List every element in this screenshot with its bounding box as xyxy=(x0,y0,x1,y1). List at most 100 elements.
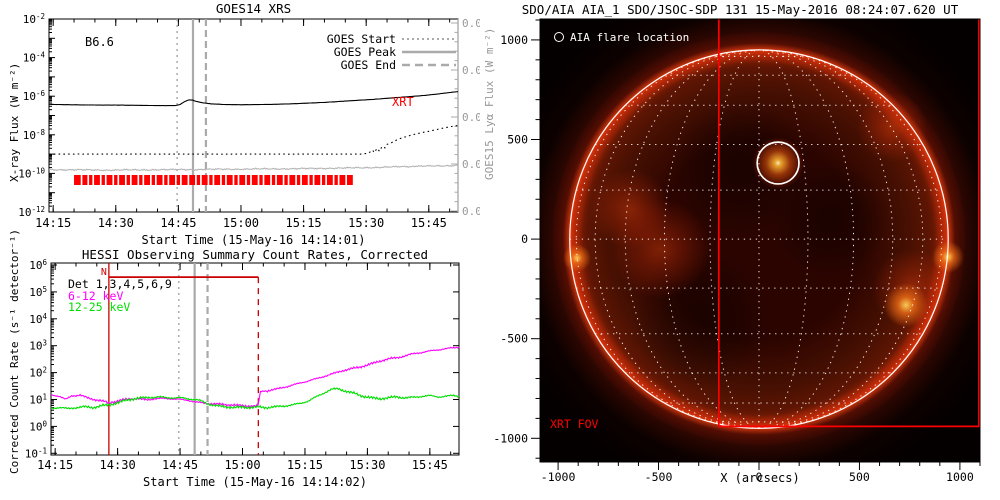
x-tick-label: 14:30 xyxy=(98,216,134,230)
right-tick-label: 0.010 xyxy=(462,17,480,30)
xrt-exposure-bar xyxy=(139,175,143,185)
x-tick-label: 15:00 xyxy=(223,216,259,230)
xrt-exposure-bar xyxy=(214,175,221,185)
xrt-exposure-bar xyxy=(164,175,168,185)
xrt-exposure-bar xyxy=(106,175,113,185)
xrt-exposure-bar xyxy=(259,175,263,185)
xrt-exposure-bar xyxy=(289,175,296,185)
log-tick-label: 10-2 xyxy=(23,12,45,26)
xrt-exposure-bar xyxy=(264,175,271,185)
sun-y-tick-label: 0 xyxy=(521,232,528,246)
x-tick-label: 14:30 xyxy=(100,458,136,472)
log-tick-label: 10-10 xyxy=(18,166,45,180)
legend-label: GOES Peak xyxy=(334,45,396,59)
xrt-exposure-bar xyxy=(151,175,156,185)
log-tick-label: 103 xyxy=(29,339,47,353)
sun-y-tick-label: -1000 xyxy=(493,431,528,445)
hessi-chart: HESSI Observing Summary Count Rates, Cor… xyxy=(25,250,460,489)
x-tick-label: 14:15 xyxy=(35,216,71,230)
x-tick-label: 14:45 xyxy=(162,458,198,472)
right-tick-label: 0.008 xyxy=(462,111,480,124)
hessi-y-axis-label: Corrected Count Rate (s⁻¹ detector⁻¹) xyxy=(8,228,21,474)
sun-y-tick-label: 500 xyxy=(507,133,528,147)
xrt-exposure-bar xyxy=(156,175,163,185)
xrt-exposure-bar xyxy=(169,175,176,185)
x-tick-label: 15:45 xyxy=(411,216,447,230)
xrt-exposure-bar xyxy=(339,175,346,185)
xrt-exposure-bar xyxy=(82,175,88,185)
xrt-exposure-bar xyxy=(234,175,238,185)
log-tick-label: 102 xyxy=(29,366,47,380)
xrt-exposure-bar xyxy=(246,175,251,185)
right-tick-label: 0.009 xyxy=(462,64,480,77)
xrt-exposure-bar xyxy=(321,175,326,185)
xrt-exposure-bar xyxy=(89,175,93,185)
log-tick-label: 104 xyxy=(29,312,47,326)
xrt-exposure-bar xyxy=(196,175,201,185)
log-tick-label: 106 xyxy=(29,258,47,272)
log-tick-label: 10-6 xyxy=(23,89,46,103)
log-tick-label: 10-8 xyxy=(23,128,46,142)
xrt-exposure-bar xyxy=(309,175,313,185)
flare-location-legend: AIA flare location xyxy=(554,31,689,44)
x-tick-label: 15:45 xyxy=(412,458,448,472)
sun-y-tick-label: -500 xyxy=(500,332,528,346)
flare-location-ring-icon xyxy=(554,32,564,42)
legend-label: GOES End xyxy=(341,58,396,72)
hessi-x-axis-label: Start Time (15-May-16 14:14:02) xyxy=(143,475,367,489)
sdo-aia-panel: SDO/AIA AIA_1 SDO/JSOC-SDP 131 15-May-20… xyxy=(480,0,1000,500)
xrt-exposure-bar xyxy=(296,175,301,185)
hessi-chart-title: HESSI Observing Summary Count Rates, Cor… xyxy=(82,250,428,262)
goes-y-axis-label: X-ray Flux (W m⁻²) xyxy=(8,62,21,182)
x-tick-label: 15:15 xyxy=(287,458,323,472)
right-tick-label: 0.006 xyxy=(462,205,480,218)
xrt-exposure-bar xyxy=(94,175,100,185)
sun-plot-frame xyxy=(539,18,981,463)
xrt-exposure-bar xyxy=(251,175,258,185)
solar-event-dashboard: GOES14 XRS 10-2 10-4 10-6 10-8 10-10 10-12 14:1… xyxy=(0,0,1000,500)
legend-label: GOES Start xyxy=(327,32,396,46)
goes-chart-title: GOES14 XRS xyxy=(216,1,291,16)
xrt-fov-label: XRT FOV xyxy=(550,417,599,431)
xrt-exposure-bar xyxy=(181,175,188,185)
series-goes15-lyman-alpha xyxy=(48,164,459,172)
xrt-exposure-bar xyxy=(271,175,276,185)
xrt-exposure-bar xyxy=(209,175,213,185)
series-goes-short-channel xyxy=(48,124,459,155)
log-tick-label: 105 xyxy=(29,285,47,299)
xrt-exposure-bar xyxy=(346,175,353,185)
right-tick-label: 0.007 xyxy=(462,158,480,171)
series-6-12 keV xyxy=(50,346,460,409)
x-tick-label: 15:30 xyxy=(348,216,384,230)
legend-label: 12-25 keV xyxy=(68,300,130,314)
sun-x-axis-label: X (arcsecs) xyxy=(720,471,800,485)
xrt-exposure-bar xyxy=(314,175,321,185)
xrt-exposure-bar xyxy=(334,175,338,185)
xrt-exposure-bar xyxy=(201,175,208,185)
log-tick-label: 100 xyxy=(29,419,47,433)
x-tick-label: 15:15 xyxy=(286,216,322,230)
xrt-exposure-bar xyxy=(114,175,118,185)
xrt-exposure-bar xyxy=(131,175,138,185)
xrt-exposure-bar xyxy=(144,175,150,185)
x-tick-label: 14:15 xyxy=(37,458,73,472)
xrt-exposure-bar xyxy=(301,175,308,185)
x-tick-label: 15:30 xyxy=(349,458,385,472)
x-tick-label: 14:45 xyxy=(160,216,196,230)
xrt-exposure-bar xyxy=(226,175,233,185)
goes-class-annotation: B6.6 xyxy=(85,35,114,49)
sun-y-tick-label: 1000 xyxy=(500,33,528,47)
xrt-exposure-bar xyxy=(239,175,246,185)
xrt-exposure-bar xyxy=(119,175,125,185)
log-tick-label: 10-4 xyxy=(23,51,46,65)
xrt-exposure-bar xyxy=(74,175,81,185)
xrt-exposure-bar xyxy=(276,175,283,185)
flare-legend-text: AIA flare location xyxy=(570,31,690,44)
log-tick-label: 101 xyxy=(29,393,47,407)
x-tick-label: 15:00 xyxy=(224,458,260,472)
xrt-exposure-bar xyxy=(189,175,196,185)
xrt-exposure-bar xyxy=(176,175,181,185)
goes-xrs-chart: GOES14 XRS10-210-410-610-810-1010-1214:1… xyxy=(18,1,480,247)
xrt-curve-label: XRT xyxy=(392,95,414,109)
xrt-exposure-bar xyxy=(326,175,333,185)
